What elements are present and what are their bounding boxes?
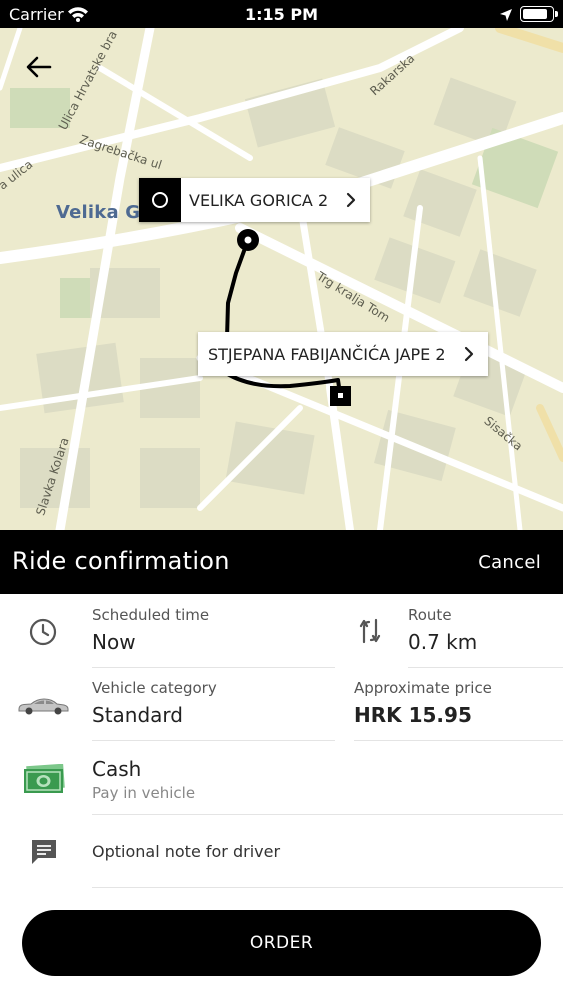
origin-marker-callout[interactable]: VELIKA GORICA 2: [139, 178, 371, 222]
divider: [92, 667, 335, 668]
ride-details: Scheduled time Now Route 0.7 km Vehicle …: [0, 594, 563, 894]
payment-method-sub: Pay in vehicle: [92, 784, 196, 802]
scheduled-time-cell[interactable]: Scheduled time Now: [92, 606, 209, 654]
vehicle-category-label: Vehicle category: [92, 679, 217, 697]
route-cell: Route 0.7 km: [408, 606, 477, 654]
order-button[interactable]: ORDER: [22, 910, 541, 976]
origin-pin-icon: [139, 178, 181, 222]
location-arrow-icon: [499, 7, 513, 26]
divider: [408, 667, 563, 668]
scheduled-time-label: Scheduled time: [92, 606, 210, 624]
clock-icon: [29, 618, 57, 650]
message-icon: [30, 838, 58, 870]
divider: [354, 740, 563, 741]
page-title: Ride confirmation: [12, 547, 230, 575]
vehicle-category-cell[interactable]: Vehicle category Standard: [92, 679, 217, 727]
driver-note-input[interactable]: Optional note for driver: [92, 842, 280, 861]
approximate-price-value: HRK 15.95: [354, 703, 472, 727]
chevron-right-icon: [347, 192, 356, 208]
battery-icon: [520, 6, 558, 22]
car-icon: [17, 696, 69, 720]
origin-address-label: VELIKA GORICA 2: [189, 190, 329, 210]
clock-label: 1:15 PM: [244, 5, 318, 24]
route-value: 0.7 km: [408, 630, 478, 654]
divider: [92, 887, 563, 888]
payment-method-cell[interactable]: Cash Pay in vehicle: [92, 757, 195, 802]
status-bar: Carrier 1:15 PM: [0, 0, 563, 28]
vehicle-category-value: Standard: [92, 703, 183, 727]
cancel-button[interactable]: Cancel: [478, 552, 541, 573]
arrow-left-icon: [26, 56, 52, 78]
route-arrows-icon: [356, 618, 384, 648]
scheduled-time-value: Now: [92, 630, 136, 654]
approximate-price-label: Approximate price: [354, 679, 492, 697]
driver-note-placeholder: Optional note for driver: [92, 842, 281, 861]
divider: [92, 814, 563, 815]
divider: [92, 740, 335, 741]
ride-confirmation-header: Ride confirmation Cancel: [0, 530, 563, 594]
cash-icon: [23, 763, 65, 798]
battery-fill: [523, 9, 547, 19]
chevron-right-icon: [464, 346, 473, 362]
payment-method-value: Cash: [92, 757, 142, 781]
approximate-price-cell: Approximate price HRK 15.95: [354, 679, 492, 727]
route-label: Route: [408, 606, 452, 624]
map-view[interactable]: Ulica Hrvatske bra Rakarska Zagrebačka u…: [0, 28, 563, 530]
map-tiles: [0, 28, 563, 530]
back-button[interactable]: [22, 50, 56, 84]
destination-address-label: STJEPANA FABIJANČIĆA JAPE 2: [208, 344, 446, 364]
destination-marker-callout[interactable]: STJEPANA FABIJANČIĆA JAPE 2: [198, 332, 488, 376]
